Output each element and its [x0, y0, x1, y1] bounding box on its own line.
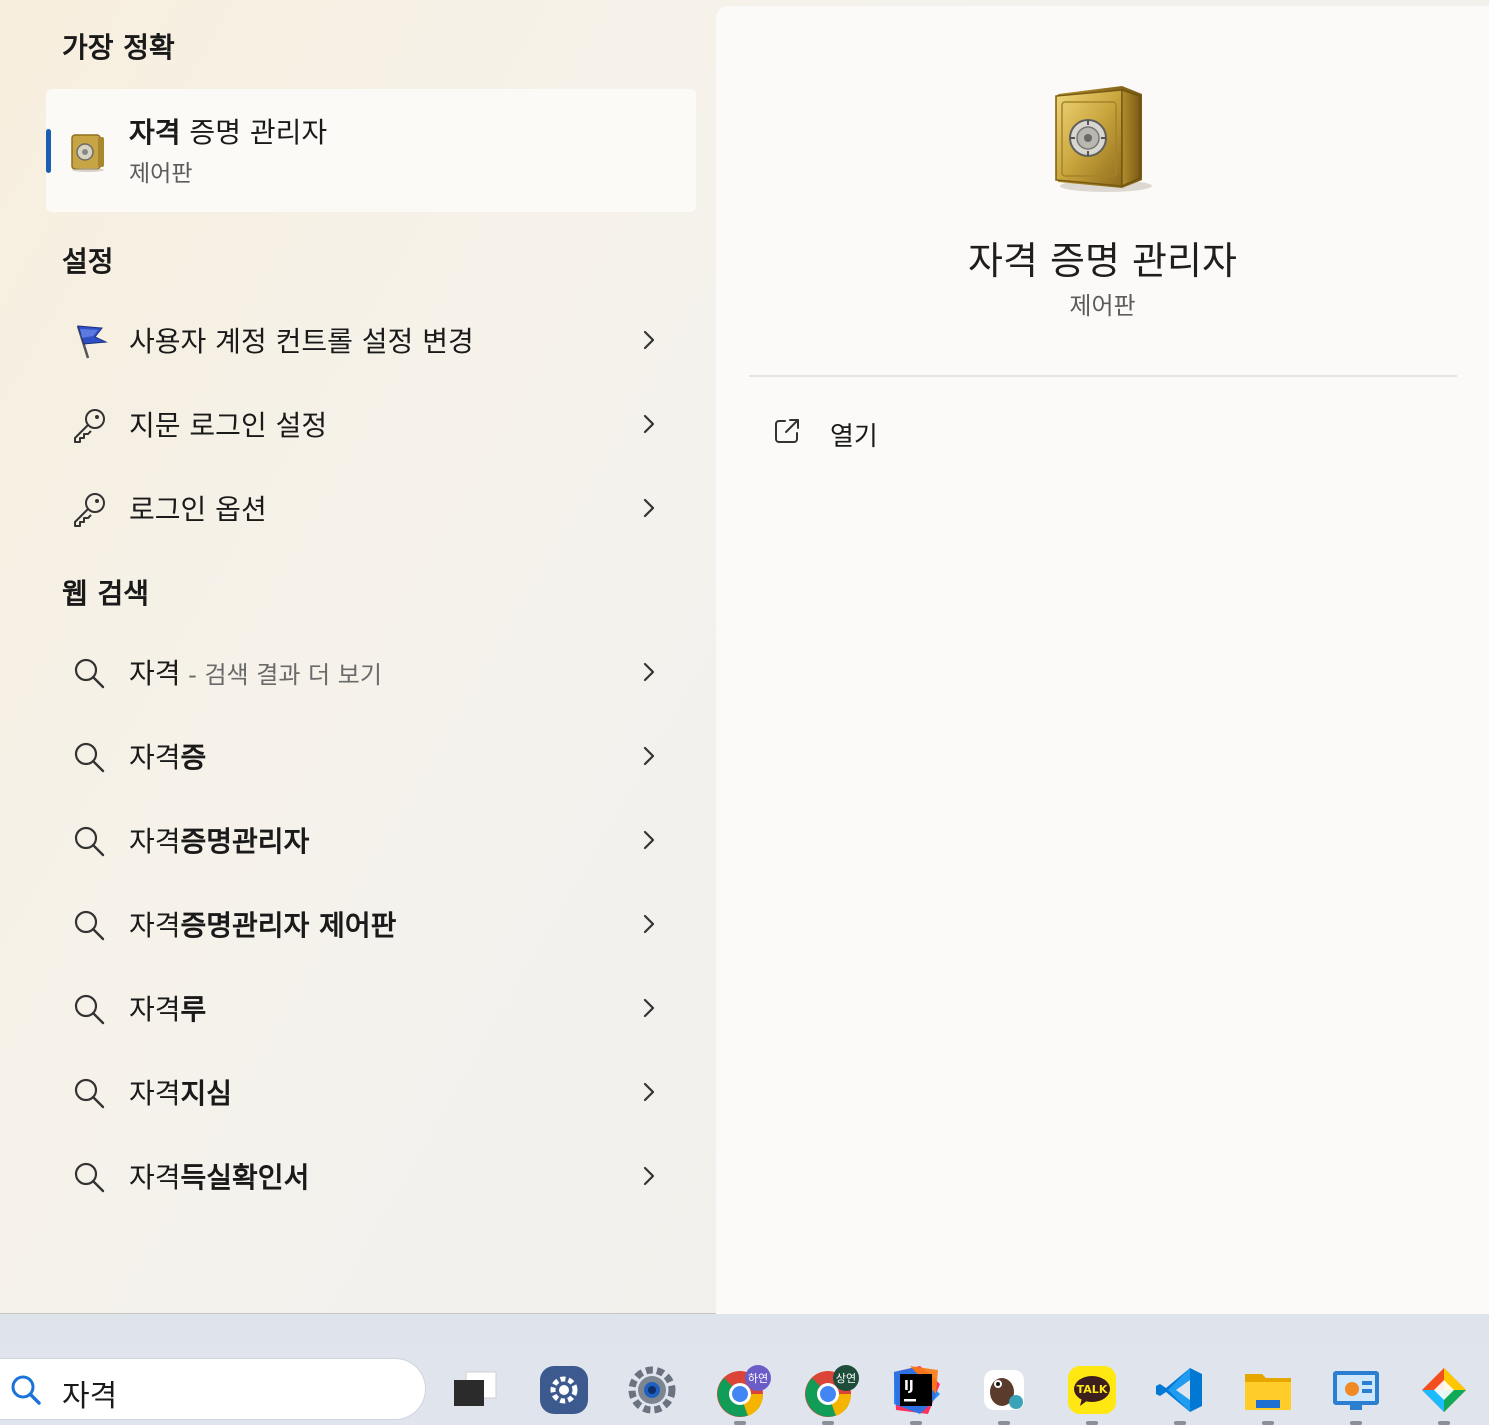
search-icon: [74, 1162, 105, 1193]
safe-icon: [71, 134, 104, 172]
best-match-title: 자격 증명 관리자: [129, 116, 328, 149]
intellij-icon[interactable]: IJ: [890, 1364, 942, 1416]
web-search-item[interactable]: 자격증명관리자: [46, 798, 696, 882]
taskbar-search-box[interactable]: 자격: [0, 1358, 426, 1420]
chevron-right-icon: [643, 998, 655, 1018]
running-indicator: [910, 1421, 922, 1425]
running-indicator: [734, 1421, 746, 1425]
web-search-label: 자격 - 검색 결과 더 보기: [129, 657, 382, 690]
web-search-label: 자격증명관리자: [129, 825, 310, 858]
web-search-item[interactable]: 자격 - 검색 결과 더 보기: [46, 630, 696, 714]
running-indicator: [1438, 1421, 1450, 1425]
uac-flag-icon: [76, 325, 108, 359]
remote-desktop-icon[interactable]: [1330, 1364, 1382, 1416]
settings-item-uac[interactable]: 사용자 계정 컨트롤 설정 변경: [46, 298, 696, 382]
running-indicator: [1350, 1421, 1362, 1425]
intellij-label: IJ: [904, 1379, 914, 1394]
divider: [749, 375, 1457, 377]
chevron-right-icon: [643, 662, 655, 682]
web-search-label: 자격지심: [129, 1077, 233, 1110]
key-icon: [74, 409, 105, 443]
settings-item-label: 지문 로그인 설정: [129, 409, 328, 442]
search-input[interactable]: 자격: [62, 1371, 117, 1415]
running-indicator: [1262, 1421, 1274, 1425]
running-indicator: [822, 1421, 834, 1425]
taskbar: 자격 하연 상연 IJ TALK: [0, 1342, 1489, 1425]
web-search-item[interactable]: 자격지심: [46, 1050, 696, 1134]
running-indicator: [1086, 1421, 1098, 1425]
selection-indicator: [46, 129, 51, 173]
web-search-item[interactable]: 자격득실확인서: [46, 1134, 696, 1218]
web-search-label: 자격루: [129, 993, 207, 1026]
web-search-item[interactable]: 자격루: [46, 966, 696, 1050]
detail-panel: 자격 증명 관리자 제어판 열기: [716, 6, 1489, 1314]
results-list: 가장 정확 자격 증명 관리자 제어판 설정 사용자 계정 컨트롤 설정 변경: [0, 0, 716, 1314]
best-match-heading: 가장 정확: [62, 31, 175, 64]
detail-title: 자격 증명 관리자: [968, 239, 1237, 283]
web-search-item[interactable]: 자격증: [46, 714, 696, 798]
chrome-profile-badge-1: 하연: [748, 1371, 768, 1385]
open-action[interactable]: 열기: [766, 410, 966, 460]
web-search-label: 자격득실확인서: [129, 1161, 310, 1194]
settings-item-fingerprint[interactable]: 지문 로그인 설정: [46, 382, 696, 466]
chevron-right-icon: [643, 414, 655, 434]
chevron-right-icon: [643, 746, 655, 766]
dbeaver-icon[interactable]: [978, 1364, 1030, 1416]
web-search-label: 자격증명관리자 제어판: [129, 909, 397, 942]
chevron-right-icon: [643, 914, 655, 934]
settings-item-login-options[interactable]: 로그인 옵션: [46, 466, 696, 550]
vscode-icon[interactable]: [1154, 1364, 1206, 1416]
open-external-icon: [775, 419, 799, 443]
chrome-profile-1-icon[interactable]: 하연: [714, 1364, 771, 1417]
search-icon: [74, 910, 105, 941]
key-icon: [74, 493, 105, 527]
chevron-right-icon: [643, 830, 655, 850]
settings-item-label: 사용자 계정 컨트롤 설정 변경: [129, 325, 474, 358]
kakao-label: TALK: [1077, 1383, 1108, 1396]
search-icon: [74, 826, 105, 857]
search-icon: [74, 742, 105, 773]
chrome-profile-2-icon[interactable]: 상연: [802, 1364, 859, 1417]
detail-subtitle: 제어판: [1069, 292, 1136, 320]
control-center-icon[interactable]: [538, 1364, 590, 1416]
file-explorer-icon[interactable]: [1242, 1364, 1294, 1416]
web-search-heading: 웹 검색: [62, 577, 150, 610]
open-action-label: 열기: [830, 422, 878, 452]
chrome-profile-badge-2: 상연: [836, 1372, 856, 1385]
search-icon: [74, 1078, 105, 1109]
chevron-right-icon: [643, 498, 655, 518]
settings-gear-icon[interactable]: [626, 1364, 678, 1416]
search-icon: [11, 1375, 41, 1405]
web-search-item[interactable]: 자격증명관리자 제어판: [46, 882, 696, 966]
kakaotalk-icon[interactable]: TALK: [1066, 1364, 1118, 1416]
task-view-icon[interactable]: [450, 1364, 502, 1416]
chevron-right-icon: [643, 1082, 655, 1102]
best-match-credential-manager[interactable]: 자격 증명 관리자 제어판: [46, 89, 696, 212]
running-indicator: [1174, 1421, 1186, 1425]
safe-icon: [1055, 86, 1152, 192]
colorful-app-icon[interactable]: [1418, 1364, 1470, 1416]
search-results-flyout: 가장 정확 자격 증명 관리자 제어판 설정 사용자 계정 컨트롤 설정 변경: [0, 0, 1489, 1314]
settings-heading: 설정: [62, 245, 114, 278]
search-icon: [74, 658, 105, 689]
settings-item-label: 로그인 옵션: [129, 493, 267, 526]
best-match-subtitle: 제어판: [129, 161, 193, 187]
chevron-right-icon: [643, 330, 655, 350]
running-indicator: [998, 1421, 1010, 1425]
search-icon: [74, 994, 105, 1025]
web-search-label: 자격증: [129, 741, 207, 774]
chevron-right-icon: [643, 1166, 655, 1186]
